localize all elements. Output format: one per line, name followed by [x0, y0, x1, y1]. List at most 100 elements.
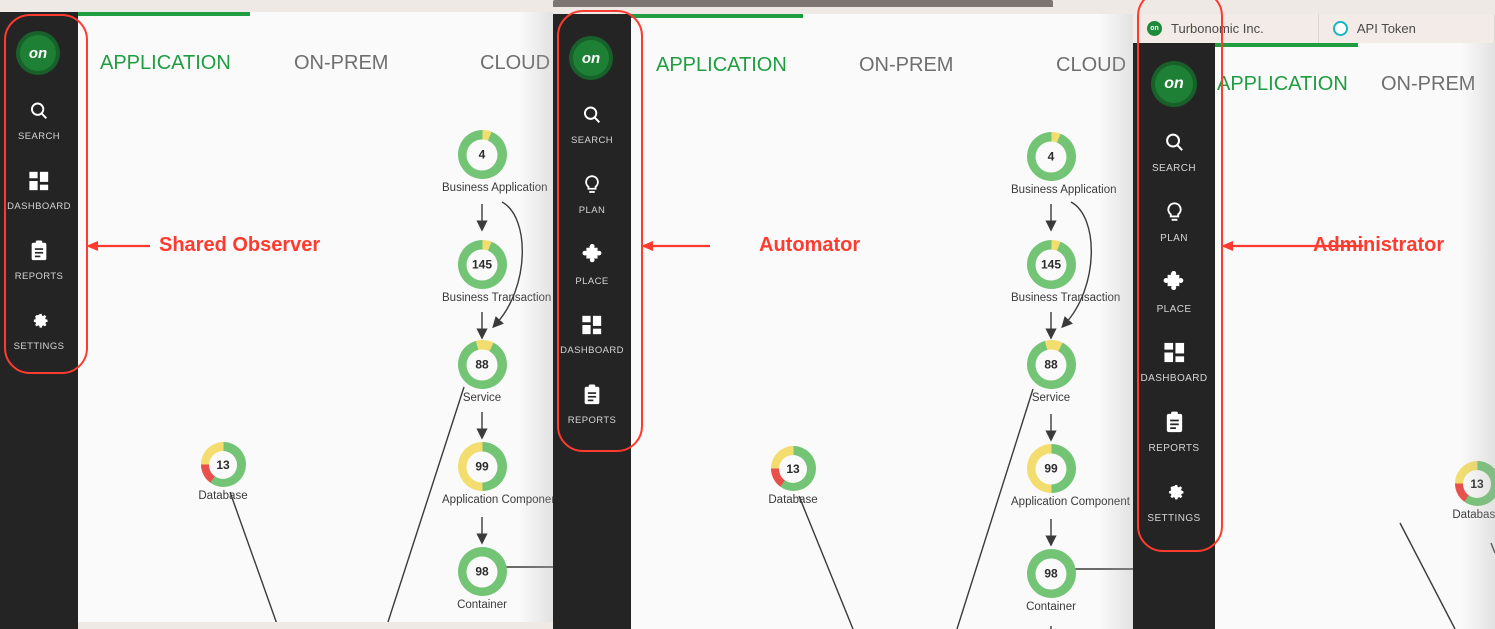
- node-database[interactable]: 13 Database: [183, 442, 263, 502]
- donut-count: 4: [466, 139, 498, 170]
- node-label: Container: [457, 599, 507, 611]
- node-application-component[interactable]: 99 Application Component: [442, 442, 553, 506]
- sidebar-item-dashboard[interactable]: DASHBOARD: [1133, 341, 1215, 384]
- window-automator: on SEARCH PLAN PLACE DASHBOARD REPORTS A…: [553, 0, 1133, 629]
- donut-count: 145: [1035, 249, 1067, 280]
- puzzle-icon: [553, 243, 631, 272]
- sidebar-label: SETTINGS: [13, 341, 65, 352]
- sidebar-label: DASHBOARD: [1140, 373, 1208, 384]
- node-application-component[interactable]: 99 Application Component: [1011, 444, 1130, 508]
- node-database[interactable]: 13 Database: [1437, 461, 1495, 521]
- sidebar-item-settings[interactable]: SETTINGS: [0, 310, 78, 352]
- sidebar-label: PLACE: [1156, 304, 1192, 315]
- sidebar-label: DASHBOARD: [560, 345, 624, 356]
- sidebar-label: SEARCH: [18, 131, 60, 142]
- puzzle-icon: [1133, 270, 1215, 300]
- donut-count: 99: [466, 451, 498, 482]
- nav-sidebar-3: on SEARCH PLAN PLACE DASHBOARD REPORTS S…: [1133, 43, 1215, 629]
- api-favicon: [1332, 21, 1348, 36]
- tab-cloud[interactable]: CLOUD: [480, 52, 550, 75]
- browser-tab-api-token[interactable]: API Token: [1319, 14, 1495, 43]
- node-label: Database: [768, 494, 818, 506]
- sidebar-label: REPORTS: [14, 271, 64, 282]
- sidebar-label: REPORTS: [1148, 443, 1200, 454]
- supply-chain-content-3: APPLICATION ON-PREM 13 Database: [1215, 43, 1495, 629]
- donut-count: 88: [466, 349, 498, 380]
- sidebar-item-search[interactable]: SEARCH: [1133, 131, 1215, 174]
- tab-application[interactable]: APPLICATION: [100, 52, 231, 75]
- tab-on-prem[interactable]: ON-PREM: [1381, 73, 1475, 96]
- health-donut: 99: [1026, 444, 1076, 493]
- sidebar-item-dashboard[interactable]: DASHBOARD: [0, 170, 78, 212]
- node-label: Business Application: [442, 182, 548, 194]
- node-label: Application Component: [1011, 496, 1130, 508]
- active-tab-underline: [1215, 43, 1358, 47]
- search-icon: [1133, 131, 1215, 159]
- lightbulb-icon: [1133, 201, 1215, 229]
- reports-icon: [0, 240, 78, 267]
- sidebar-item-reports[interactable]: REPORTS: [0, 240, 78, 282]
- turbonomic-logo[interactable]: on: [573, 40, 609, 76]
- sidebar-item-settings[interactable]: SETTINGS: [1133, 481, 1215, 524]
- lightbulb-icon: [553, 174, 631, 201]
- node-container[interactable]: 98 Container: [442, 547, 522, 611]
- node-service[interactable]: 88 Service: [1011, 340, 1091, 404]
- tab-on-prem[interactable]: ON-PREM: [294, 52, 388, 75]
- donut-count: 99: [1035, 453, 1067, 484]
- browser-tabstrip-3: on Turbonomic Inc. API Token: [1133, 14, 1495, 43]
- content-tabbar-1: APPLICATION ON-PREM CLOUD: [78, 12, 553, 88]
- node-label: Container: [1026, 601, 1076, 613]
- node-container[interactable]: 98 Container: [1011, 549, 1091, 613]
- browser-tab-turbonomic[interactable]: on Turbonomic Inc.: [1133, 14, 1319, 43]
- node-label: Business Application: [1011, 184, 1117, 196]
- sidebar-item-reports[interactable]: REPORTS: [553, 384, 631, 426]
- window-administrator: on Turbonomic Inc. API Token on SEARCH P…: [1133, 0, 1495, 629]
- browser-tab-label: Turbonomic Inc.: [1171, 21, 1264, 36]
- node-database[interactable]: 13 Database: [753, 446, 833, 506]
- nav-sidebar-2: on SEARCH PLAN PLACE DASHBOARD REPORTS: [553, 14, 631, 629]
- donut-count: 13: [209, 450, 237, 479]
- node-label: Business Transaction: [1011, 292, 1121, 304]
- tab-cloud[interactable]: CLOUD: [1056, 54, 1126, 77]
- settings-icon: [0, 310, 78, 337]
- tab-application[interactable]: APPLICATION: [1217, 73, 1348, 96]
- health-donut: 4: [457, 130, 507, 179]
- node-business-transaction[interactable]: 145 Business Transaction: [1011, 240, 1121, 304]
- donut-count: 13: [779, 454, 807, 483]
- search-icon: [553, 104, 631, 131]
- tab-on-prem[interactable]: ON-PREM: [859, 54, 953, 77]
- browser-chrome-bar: [0, 0, 553, 12]
- health-donut: 88: [1026, 340, 1076, 389]
- node-label: Service: [1031, 392, 1071, 404]
- node-business-transaction[interactable]: 145 Business Transaction: [442, 240, 551, 304]
- search-icon: [0, 100, 78, 127]
- sidebar-item-place[interactable]: PLACE: [553, 243, 631, 287]
- donut-count: 88: [1035, 349, 1067, 380]
- turbonomic-logo[interactable]: on: [1155, 65, 1193, 103]
- health-donut: 4: [1026, 132, 1076, 181]
- window-titlebar-2: [553, 0, 1053, 7]
- health-donut: 13: [200, 442, 246, 487]
- active-tab-underline: [631, 14, 803, 18]
- sidebar-item-dashboard[interactable]: DASHBOARD: [553, 314, 631, 356]
- sidebar-item-plan[interactable]: PLAN: [553, 174, 631, 216]
- node-business-application[interactable]: 4 Business Application: [1011, 132, 1117, 196]
- dashboard-icon: [0, 170, 78, 197]
- annotation-label-automator: Automator: [759, 234, 861, 256]
- turbonomic-logo[interactable]: on: [20, 35, 56, 71]
- sidebar-label: REPORTS: [567, 415, 617, 426]
- sidebar-item-search[interactable]: SEARCH: [553, 104, 631, 146]
- supply-chain-content-1: APPLICATION ON-PREM CLOUD 4 Business App…: [78, 12, 553, 622]
- sidebar-item-place[interactable]: PLACE: [1133, 270, 1215, 315]
- active-tab-underline: [78, 12, 250, 16]
- sidebar-item-plan[interactable]: PLAN: [1133, 201, 1215, 244]
- sidebar-item-reports[interactable]: REPORTS: [1133, 411, 1215, 454]
- supply-chain-content-2: APPLICATION ON-PREM CLOUD 4 Business App…: [631, 14, 1133, 629]
- sidebar-item-search[interactable]: SEARCH: [0, 100, 78, 142]
- health-donut: 88: [457, 340, 507, 389]
- node-service[interactable]: 88 Service: [442, 340, 522, 404]
- tab-application[interactable]: APPLICATION: [656, 54, 787, 77]
- node-business-application[interactable]: 4 Business Application: [442, 130, 548, 194]
- health-donut: 145: [457, 240, 507, 289]
- sidebar-label: SEARCH: [571, 135, 613, 146]
